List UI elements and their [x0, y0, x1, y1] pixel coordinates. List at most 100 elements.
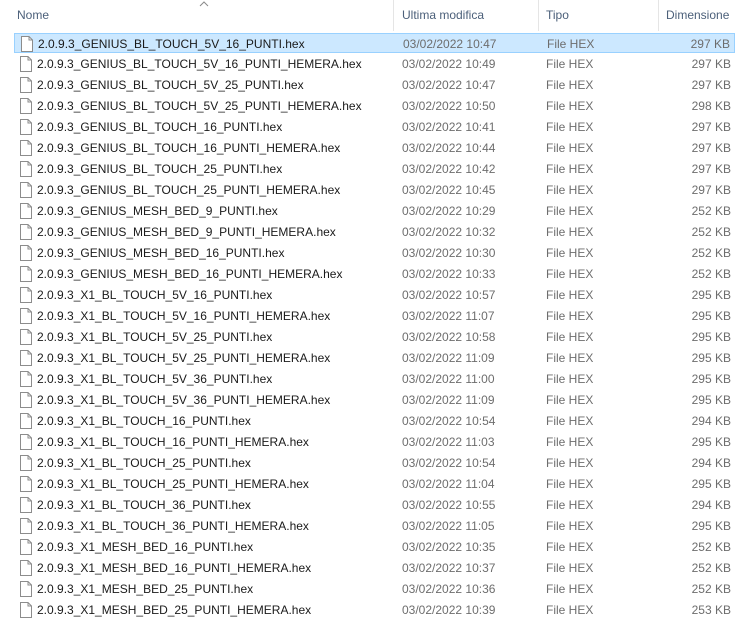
file-row[interactable]: 2.0.9.3_X1_BL_TOUCH_25_PUNTI.hex 03/02/20… — [14, 453, 735, 473]
column-divider[interactable] — [538, 0, 539, 31]
file-name: 2.0.9.3_GENIUS_MESH_BED_16_PUNTI_HEMERA.… — [37, 267, 343, 281]
file-size: 252 KB — [691, 582, 731, 596]
file-row[interactable]: 2.0.9.3_X1_BL_TOUCH_36_PUNTI_HEMERA.hex 0… — [14, 516, 735, 536]
file-row[interactable]: 2.0.9.3_GENIUS_BL_TOUCH_5V_16_PUNTI_HEME… — [14, 54, 735, 74]
generic-file-icon — [20, 560, 32, 576]
column-header-modified[interactable]: Ultima modifica — [402, 0, 484, 31]
file-row[interactable]: 2.0.9.3_X1_BL_TOUCH_5V_36_PUNTI.hex 03/02… — [14, 369, 735, 389]
file-modified: 03/02/2022 11:09 — [402, 351, 495, 365]
file-size: 297 KB — [691, 162, 731, 176]
file-row[interactable]: 2.0.9.3_X1_BL_TOUCH_16_PUNTI.hex 03/02/20… — [14, 411, 735, 431]
file-size: 295 KB — [691, 309, 731, 323]
file-modified: 03/02/2022 10:36 — [402, 582, 496, 596]
file-type: File HEX — [546, 246, 594, 260]
column-header-type[interactable]: Tipo — [546, 0, 569, 31]
file-row[interactable]: 2.0.9.3_GENIUS_MESH_BED_9_PUNTI.hex 03/02… — [14, 201, 735, 221]
file-type: File HEX — [546, 351, 594, 365]
file-type: File HEX — [546, 288, 594, 302]
file-name: 2.0.9.3_X1_MESH_BED_16_PUNTI.hex — [37, 540, 254, 554]
file-size: 252 KB — [691, 267, 731, 281]
file-row[interactable]: 2.0.9.3_X1_BL_TOUCH_36_PUNTI.hex 03/02/20… — [14, 495, 735, 515]
generic-file-icon — [20, 539, 32, 555]
file-modified: 03/02/2022 10:33 — [402, 267, 496, 281]
column-header-size[interactable]: Dimensione — [666, 0, 729, 31]
file-row[interactable]: 2.0.9.3_X1_BL_TOUCH_5V_25_PUNTI_HEMERA.h… — [14, 348, 735, 368]
column-divider[interactable] — [393, 0, 394, 31]
file-name: 2.0.9.3_GENIUS_MESH_BED_16_PUNTI.hex — [37, 246, 285, 260]
generic-file-icon — [20, 77, 32, 93]
file-type: File HEX — [546, 435, 594, 449]
file-modified: 03/02/2022 11:04 — [402, 477, 495, 491]
file-modified: 03/02/2022 10:54 — [402, 414, 496, 428]
file-type: File HEX — [546, 372, 594, 386]
file-modified: 03/02/2022 10:37 — [402, 561, 496, 575]
file-size: 297 KB — [691, 141, 731, 155]
file-modified: 03/02/2022 10:41 — [402, 120, 496, 134]
file-modified: 03/02/2022 10:55 — [402, 498, 496, 512]
file-size: 252 KB — [691, 246, 731, 260]
file-size: 294 KB — [691, 414, 731, 428]
generic-file-icon — [20, 434, 32, 450]
file-size: 294 KB — [691, 456, 731, 470]
file-name: 2.0.9.3_GENIUS_BL_TOUCH_5V_16_PUNTI.hex — [38, 37, 305, 51]
file-modified: 03/02/2022 11:09 — [402, 393, 495, 407]
file-row[interactable]: 2.0.9.3_X1_BL_TOUCH_16_PUNTI_HEMERA.hex 0… — [14, 432, 735, 452]
file-row[interactable]: 2.0.9.3_GENIUS_BL_TOUCH_16_PUNTI_HEMERA.… — [14, 138, 735, 158]
file-type: File HEX — [546, 183, 594, 197]
file-type: File HEX — [546, 78, 594, 92]
generic-file-icon — [20, 581, 32, 597]
file-name: 2.0.9.3_X1_BL_TOUCH_5V_36_PUNTI.hex — [37, 372, 273, 386]
generic-file-icon — [20, 350, 32, 366]
file-row[interactable]: 2.0.9.3_GENIUS_BL_TOUCH_25_PUNTI.hex 03/0… — [14, 159, 735, 179]
file-name: 2.0.9.3_X1_MESH_BED_25_PUNTI.hex — [37, 582, 254, 596]
file-row[interactable]: 2.0.9.3_GENIUS_MESH_BED_9_PUNTI_HEMERA.h… — [14, 222, 735, 242]
file-row[interactable]: 2.0.9.3_X1_BL_TOUCH_5V_16_PUNTI.hex 03/02… — [14, 285, 735, 305]
file-row[interactable]: 2.0.9.3_GENIUS_MESH_BED_16_PUNTI_HEMERA.… — [14, 264, 735, 284]
file-name: 2.0.9.3_X1_MESH_BED_16_PUNTI_HEMERA.hex — [37, 561, 312, 575]
file-type: File HEX — [546, 330, 594, 344]
file-size: 295 KB — [691, 330, 731, 344]
file-type: File HEX — [546, 57, 594, 71]
column-header-name[interactable]: Nome — [17, 0, 49, 31]
file-modified: 03/02/2022 10:39 — [402, 603, 496, 617]
file-row[interactable]: 2.0.9.3_X1_BL_TOUCH_5V_36_PUNTI_HEMERA.h… — [14, 390, 735, 410]
file-row[interactable]: 2.0.9.3_GENIUS_BL_TOUCH_16_PUNTI.hex 03/0… — [14, 117, 735, 137]
file-name: 2.0.9.3_GENIUS_BL_TOUCH_25_PUNTI.hex — [37, 162, 283, 176]
generic-file-icon — [20, 182, 32, 198]
file-size: 295 KB — [691, 288, 731, 302]
file-row[interactable]: 2.0.9.3_GENIUS_BL_TOUCH_5V_16_PUNTI.hex 0… — [14, 33, 735, 53]
file-row[interactable]: 2.0.9.3_GENIUS_BL_TOUCH_5V_25_PUNTI.hex 0… — [14, 75, 735, 95]
file-name: 2.0.9.3_GENIUS_BL_TOUCH_16_PUNTI_HEMERA.… — [37, 141, 341, 155]
file-row[interactable]: 2.0.9.3_X1_MESH_BED_25_PUNTI_HEMERA.hex 0… — [14, 600, 735, 620]
file-modified: 03/02/2022 10:49 — [402, 57, 496, 71]
file-size: 295 KB — [691, 351, 731, 365]
file-modified: 03/02/2022 10:29 — [402, 204, 496, 218]
generic-file-icon — [20, 476, 32, 492]
file-size: 252 KB — [691, 540, 731, 554]
file-row[interactable]: 2.0.9.3_X1_MESH_BED_25_PUNTI.hex 03/02/20… — [14, 579, 735, 599]
file-name: 2.0.9.3_X1_BL_TOUCH_5V_25_PUNTI.hex — [37, 330, 273, 344]
file-row[interactable]: 2.0.9.3_X1_MESH_BED_16_PUNTI.hex 03/02/20… — [14, 537, 735, 557]
file-row[interactable]: 2.0.9.3_GENIUS_MESH_BED_16_PUNTI.hex 03/0… — [14, 243, 735, 263]
file-size: 252 KB — [691, 204, 731, 218]
file-row[interactable]: 2.0.9.3_GENIUS_BL_TOUCH_25_PUNTI_HEMERA.… — [14, 180, 735, 200]
file-type: File HEX — [546, 225, 594, 239]
file-modified: 03/02/2022 11:05 — [402, 519, 495, 533]
column-divider[interactable] — [658, 0, 659, 31]
generic-file-icon — [20, 56, 32, 72]
file-type: File HEX — [546, 414, 594, 428]
file-modified: 03/02/2022 10:44 — [402, 141, 496, 155]
file-row[interactable]: 2.0.9.3_X1_MESH_BED_16_PUNTI_HEMERA.hex 0… — [14, 558, 735, 578]
file-name: 2.0.9.3_X1_BL_TOUCH_5V_16_PUNTI.hex — [37, 288, 273, 302]
file-name: 2.0.9.3_GENIUS_BL_TOUCH_5V_25_PUNTI.hex — [37, 78, 304, 92]
file-size: 297 KB — [691, 78, 731, 92]
file-row[interactable]: 2.0.9.3_X1_BL_TOUCH_5V_16_PUNTI_HEMERA.h… — [14, 306, 735, 326]
file-modified: 03/02/2022 10:35 — [402, 540, 496, 554]
file-row[interactable]: 2.0.9.3_GENIUS_BL_TOUCH_5V_25_PUNTI_HEME… — [14, 96, 735, 116]
file-row[interactable]: 2.0.9.3_X1_BL_TOUCH_5V_25_PUNTI.hex 03/02… — [14, 327, 735, 347]
file-modified: 03/02/2022 10:30 — [402, 246, 496, 260]
file-row[interactable]: 2.0.9.3_X1_BL_TOUCH_25_PUNTI_HEMERA.hex 0… — [14, 474, 735, 494]
generic-file-icon — [20, 497, 32, 513]
file-type: File HEX — [546, 204, 594, 218]
file-size: 297 KB — [691, 57, 731, 71]
